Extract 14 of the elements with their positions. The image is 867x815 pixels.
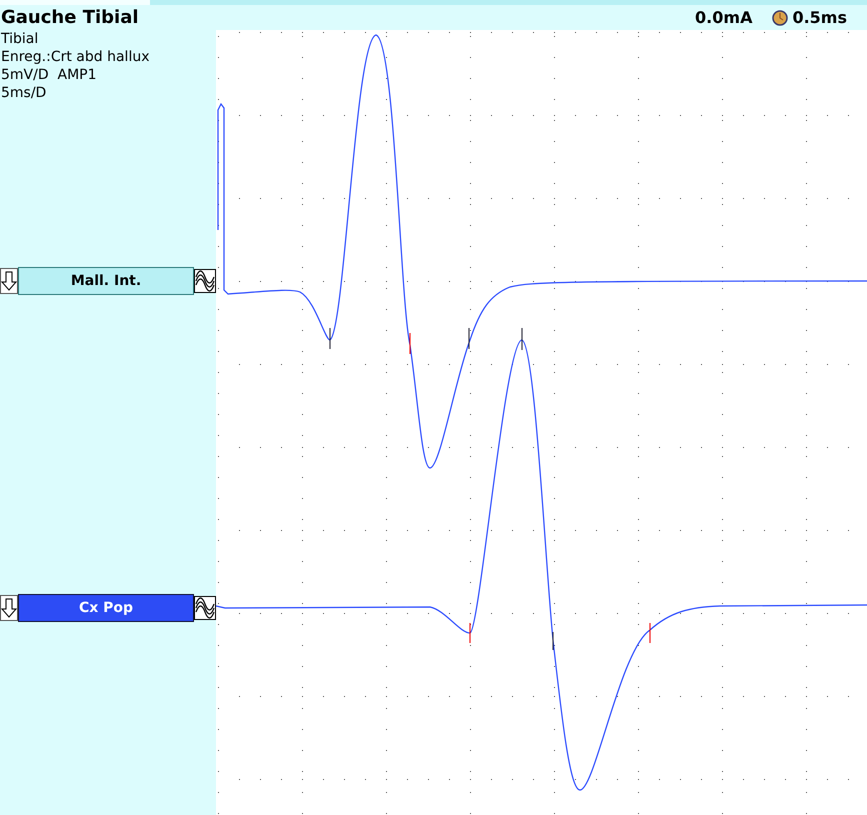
wave-icon[interactable] [194, 269, 216, 293]
marker-tick [552, 632, 554, 650]
wave-icon[interactable] [194, 596, 216, 620]
channel-label[interactable]: Cx Pop [18, 594, 194, 622]
intensity-reading: 0.0mA [695, 8, 752, 27]
info-line: Tibial [1, 30, 40, 48]
info-line: 5ms/D [1, 84, 48, 102]
info-line: 5mV/D AMP1 [1, 66, 98, 84]
timer-icon [772, 10, 788, 26]
marker-tick [468, 328, 470, 350]
window-title: Gauche Tibial [0, 7, 139, 28]
info-line: Enreg.:Crt abd hallux [1, 48, 150, 66]
channel-label[interactable]: Mall. Int. [18, 267, 194, 295]
duration-reading: 0.5ms [792, 8, 847, 27]
